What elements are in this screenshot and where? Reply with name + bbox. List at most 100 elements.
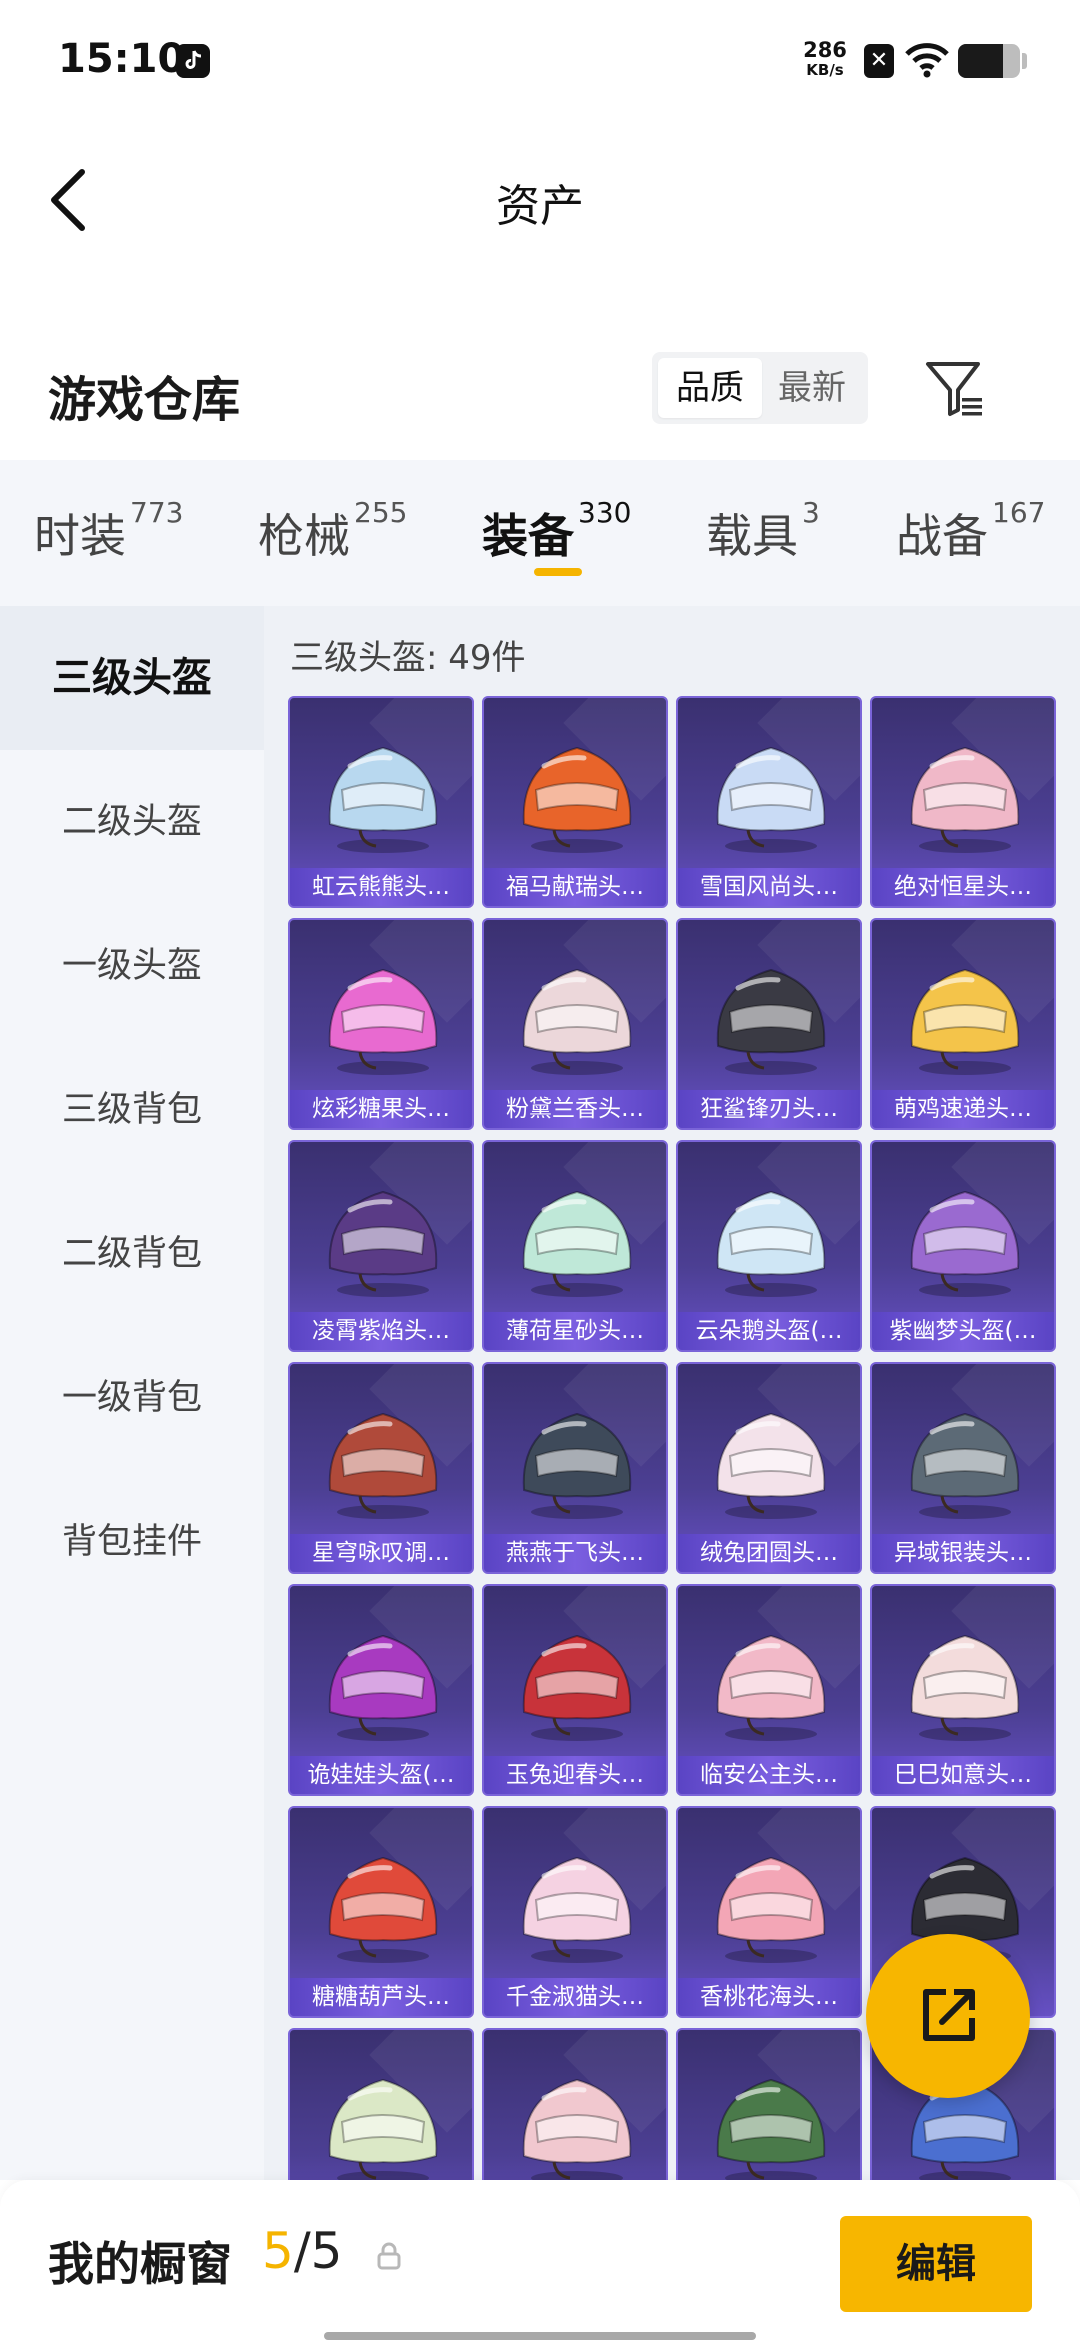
showcase-title: 我的橱窗 xyxy=(48,2237,232,2291)
helmet-image xyxy=(328,1856,438,1963)
item-name: 紫幽梦头盔(… xyxy=(872,1312,1054,1350)
item-card[interactable]: 绒兔团圆头… xyxy=(676,1362,862,1574)
helmet-image xyxy=(522,1412,632,1519)
helmet-image xyxy=(328,1190,438,1297)
item-card[interactable]: 萌鸡速递头… xyxy=(870,918,1056,1130)
sidebar-item-level2-backpack[interactable]: 二级背包 xyxy=(0,1182,264,1326)
item-card[interactable]: 异域银装头… xyxy=(870,1362,1056,1574)
item-card[interactable]: 燕燕于飞头… xyxy=(482,1362,668,1574)
helmet-image xyxy=(328,746,438,853)
tab-label: 战备 xyxy=(896,509,988,563)
item-name: 玉兔迎春头… xyxy=(484,1756,666,1794)
home-indicator xyxy=(324,2332,756,2340)
sidebar-item-level3-helmet[interactable]: 三级头盔 xyxy=(0,606,264,750)
helmet-image xyxy=(716,1634,826,1741)
tab-equipment[interactable]: 装备 330 xyxy=(482,496,631,566)
item-name: 千金淑猫头… xyxy=(484,1978,666,2016)
sidebar-item-backpack-pendant[interactable]: 背包挂件 xyxy=(0,1470,264,1614)
page-title: 资产 xyxy=(496,181,584,232)
sidebar-item-level2-helmet[interactable]: 二级头盔 xyxy=(0,750,264,894)
item-card[interactable]: 临安公主头… xyxy=(676,1584,862,1796)
status-bar: 15:10 286 KB/s ✕ xyxy=(0,0,1080,120)
item-name: 狂鲨锋刃头… xyxy=(678,1090,860,1128)
tab-label: 时装 xyxy=(34,509,126,563)
tab-fashion[interactable]: 时装 773 xyxy=(34,496,183,566)
showcase-total: /5 xyxy=(293,2222,343,2280)
item-name: 糖糖葫芦头… xyxy=(290,1978,472,2016)
item-card[interactable]: 玉兔迎春头… xyxy=(482,1584,668,1796)
item-card[interactable] xyxy=(676,2028,862,2180)
item-card[interactable]: 雪国风尚头… xyxy=(676,696,862,908)
tab-battle-prep[interactable]: 战备 167 xyxy=(896,496,1045,566)
item-card[interactable]: 凌霄紫焰头… xyxy=(288,1140,474,1352)
item-card[interactable]: 炫彩糖果头… xyxy=(288,918,474,1130)
item-card[interactable] xyxy=(482,2028,668,2180)
helmet-image xyxy=(910,1634,1020,1741)
helmet-image xyxy=(522,968,632,1075)
helmet-image xyxy=(328,968,438,1075)
sort-toggle: 品质 最新 xyxy=(652,352,868,424)
item-name: 临安公主头… xyxy=(678,1756,860,1794)
status-time: 15:10 xyxy=(58,36,186,82)
helmet-image xyxy=(910,1190,1020,1297)
item-name: 福马献瑞头… xyxy=(484,868,666,906)
item-name: 粉黛兰香头… xyxy=(484,1090,666,1128)
helmet-image xyxy=(522,746,632,853)
sidebar-item-level3-backpack[interactable]: 三级背包 xyxy=(0,1038,264,1182)
lock-icon xyxy=(376,2242,402,2274)
item-card[interactable]: 紫幽梦头盔(… xyxy=(870,1140,1056,1352)
sort-newest-button[interactable]: 最新 xyxy=(760,358,864,418)
helmet-image xyxy=(716,1412,826,1519)
tab-guns[interactable]: 枪械 255 xyxy=(258,496,407,566)
item-card[interactable]: 星穹咏叹调… xyxy=(288,1362,474,1574)
battery-tip xyxy=(1022,53,1027,69)
item-card[interactable]: 诡娃娃头盔(… xyxy=(288,1584,474,1796)
warehouse-title: 游戏仓库 xyxy=(48,372,241,428)
tab-vehicles[interactable]: 载具 3 xyxy=(706,496,820,566)
item-card[interactable]: 云朵鹅头盔(… xyxy=(676,1140,862,1352)
item-card[interactable] xyxy=(288,2028,474,2180)
item-name: 雪国风尚头… xyxy=(678,868,860,906)
helmet-image xyxy=(910,746,1020,853)
item-name: 绝对恒星头… xyxy=(872,868,1054,906)
item-card[interactable]: 绝对恒星头… xyxy=(870,696,1056,908)
showcase-bar: 我的橱窗 5/5 编辑 xyxy=(0,2180,1080,2344)
helmet-image xyxy=(910,968,1020,1075)
item-card[interactable]: 千金淑猫头… xyxy=(482,1806,668,2018)
item-card[interactable]: 粉黛兰香头… xyxy=(482,918,668,1130)
item-card[interactable]: 虹云熊熊头… xyxy=(288,696,474,908)
item-name: 炫彩糖果头… xyxy=(290,1090,472,1128)
filter-button[interactable] xyxy=(922,356,988,422)
helmet-image xyxy=(716,2078,826,2180)
tab-label: 装备 xyxy=(482,509,574,563)
item-card[interactable]: 香桃花海头… xyxy=(676,1806,862,2018)
item-card[interactable]: 薄荷星砂头… xyxy=(482,1140,668,1352)
tab-count: 255 xyxy=(354,496,408,529)
item-name: 薄荷星砂头… xyxy=(484,1312,666,1350)
net-speed: 286 KB/s xyxy=(800,40,850,78)
share-icon xyxy=(923,1989,975,2041)
item-card[interactable]: 福马献瑞头… xyxy=(482,696,668,908)
item-name: 燕燕于飞头… xyxy=(484,1534,666,1572)
item-name: 绒兔团圆头… xyxy=(678,1534,860,1572)
sort-quality-button[interactable]: 品质 xyxy=(658,358,762,418)
nav-bar: 资产 xyxy=(0,120,1080,280)
item-name: 萌鸡速递头… xyxy=(872,1090,1054,1128)
item-card[interactable]: 巳巳如意头… xyxy=(870,1584,1056,1796)
helmet-image xyxy=(328,1412,438,1519)
item-name: 巳巳如意头… xyxy=(872,1756,1054,1794)
sidebar-item-level1-backpack[interactable]: 一级背包 xyxy=(0,1326,264,1470)
sidebar-item-level1-helmet[interactable]: 一级头盔 xyxy=(0,894,264,1038)
edit-button[interactable]: 编辑 xyxy=(840,2216,1032,2312)
item-card[interactable]: 糖糖葫芦头… xyxy=(288,1806,474,2018)
filter-icon xyxy=(926,362,982,416)
item-card[interactable]: 狂鲨锋刃头… xyxy=(676,918,862,1130)
net-speed-unit: KB/s xyxy=(806,61,844,79)
helmet-image xyxy=(522,1190,632,1297)
helmet-image xyxy=(716,968,826,1075)
sim-x-icon: ✕ xyxy=(864,44,894,78)
active-tab-indicator xyxy=(534,568,582,576)
share-button[interactable] xyxy=(866,1934,1030,2098)
item-name: 香桃花海头… xyxy=(678,1978,860,2016)
net-speed-value: 286 xyxy=(803,38,847,62)
